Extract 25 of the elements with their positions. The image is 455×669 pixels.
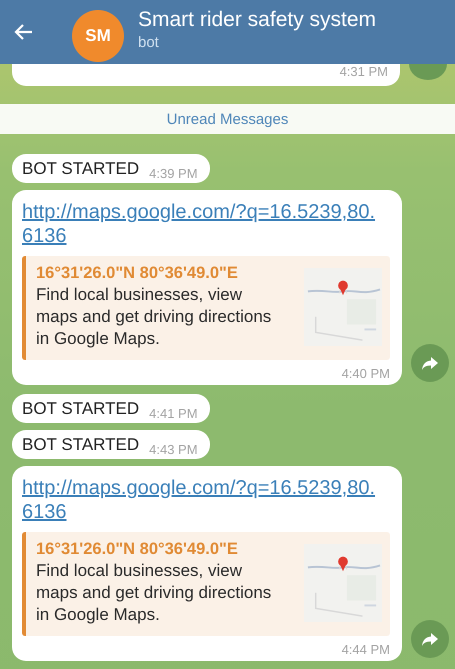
- forward-button[interactable]: [411, 620, 449, 658]
- message-text: BOT STARTED: [22, 435, 140, 455]
- message-text: BOT STARTED: [22, 159, 140, 179]
- unread-label: Unread Messages: [166, 110, 288, 128]
- message-time: 4:43 PM: [149, 442, 198, 457]
- forward-button[interactable]: [411, 344, 449, 382]
- preview-title: 16°31'26.0"N 80°36'49.0"E: [36, 539, 239, 560]
- preview-title: 16°31'26.0"N 80°36'49.0"E: [36, 263, 239, 284]
- message-time: 4:41 PM: [149, 406, 198, 421]
- link-preview[interactable]: 16°31'26.0"N 80°36'49.0"E Find local businesses, view maps and get driving directions in Google Maps.: [22, 256, 390, 360]
- preview-description: Find local businesses, view maps and get driving directions in Google Maps.: [36, 560, 272, 626]
- forward-button[interactable]: [409, 64, 447, 80]
- link-preview[interactable]: 16°31'26.0"N 80°36'49.0"E Find local businesses, view maps and get driving directions in Google Maps.: [22, 532, 390, 636]
- avatar[interactable]: SM: [72, 10, 124, 62]
- chat-title: Smart rider safety system: [138, 8, 376, 32]
- map-link[interactable]: http://maps.google.com/?q=16.5239,80.6136: [22, 476, 377, 524]
- message-time: 4:44 PM: [342, 642, 390, 657]
- chat-subtitle: bot: [138, 34, 160, 50]
- map-link[interactable]: http://maps.google.com/?q=16.5239,80.6136: [22, 200, 377, 248]
- message-time: 4:40 PM: [342, 366, 390, 381]
- back-arrow-icon[interactable]: [14, 22, 34, 42]
- message-text: BOT STARTED: [22, 399, 140, 419]
- message-time: 4:39 PM: [149, 166, 198, 181]
- preview-description: Find local businesses, view maps and get driving directions in Google Maps.: [36, 284, 272, 350]
- message-time: 4:31 PM: [340, 64, 388, 79]
